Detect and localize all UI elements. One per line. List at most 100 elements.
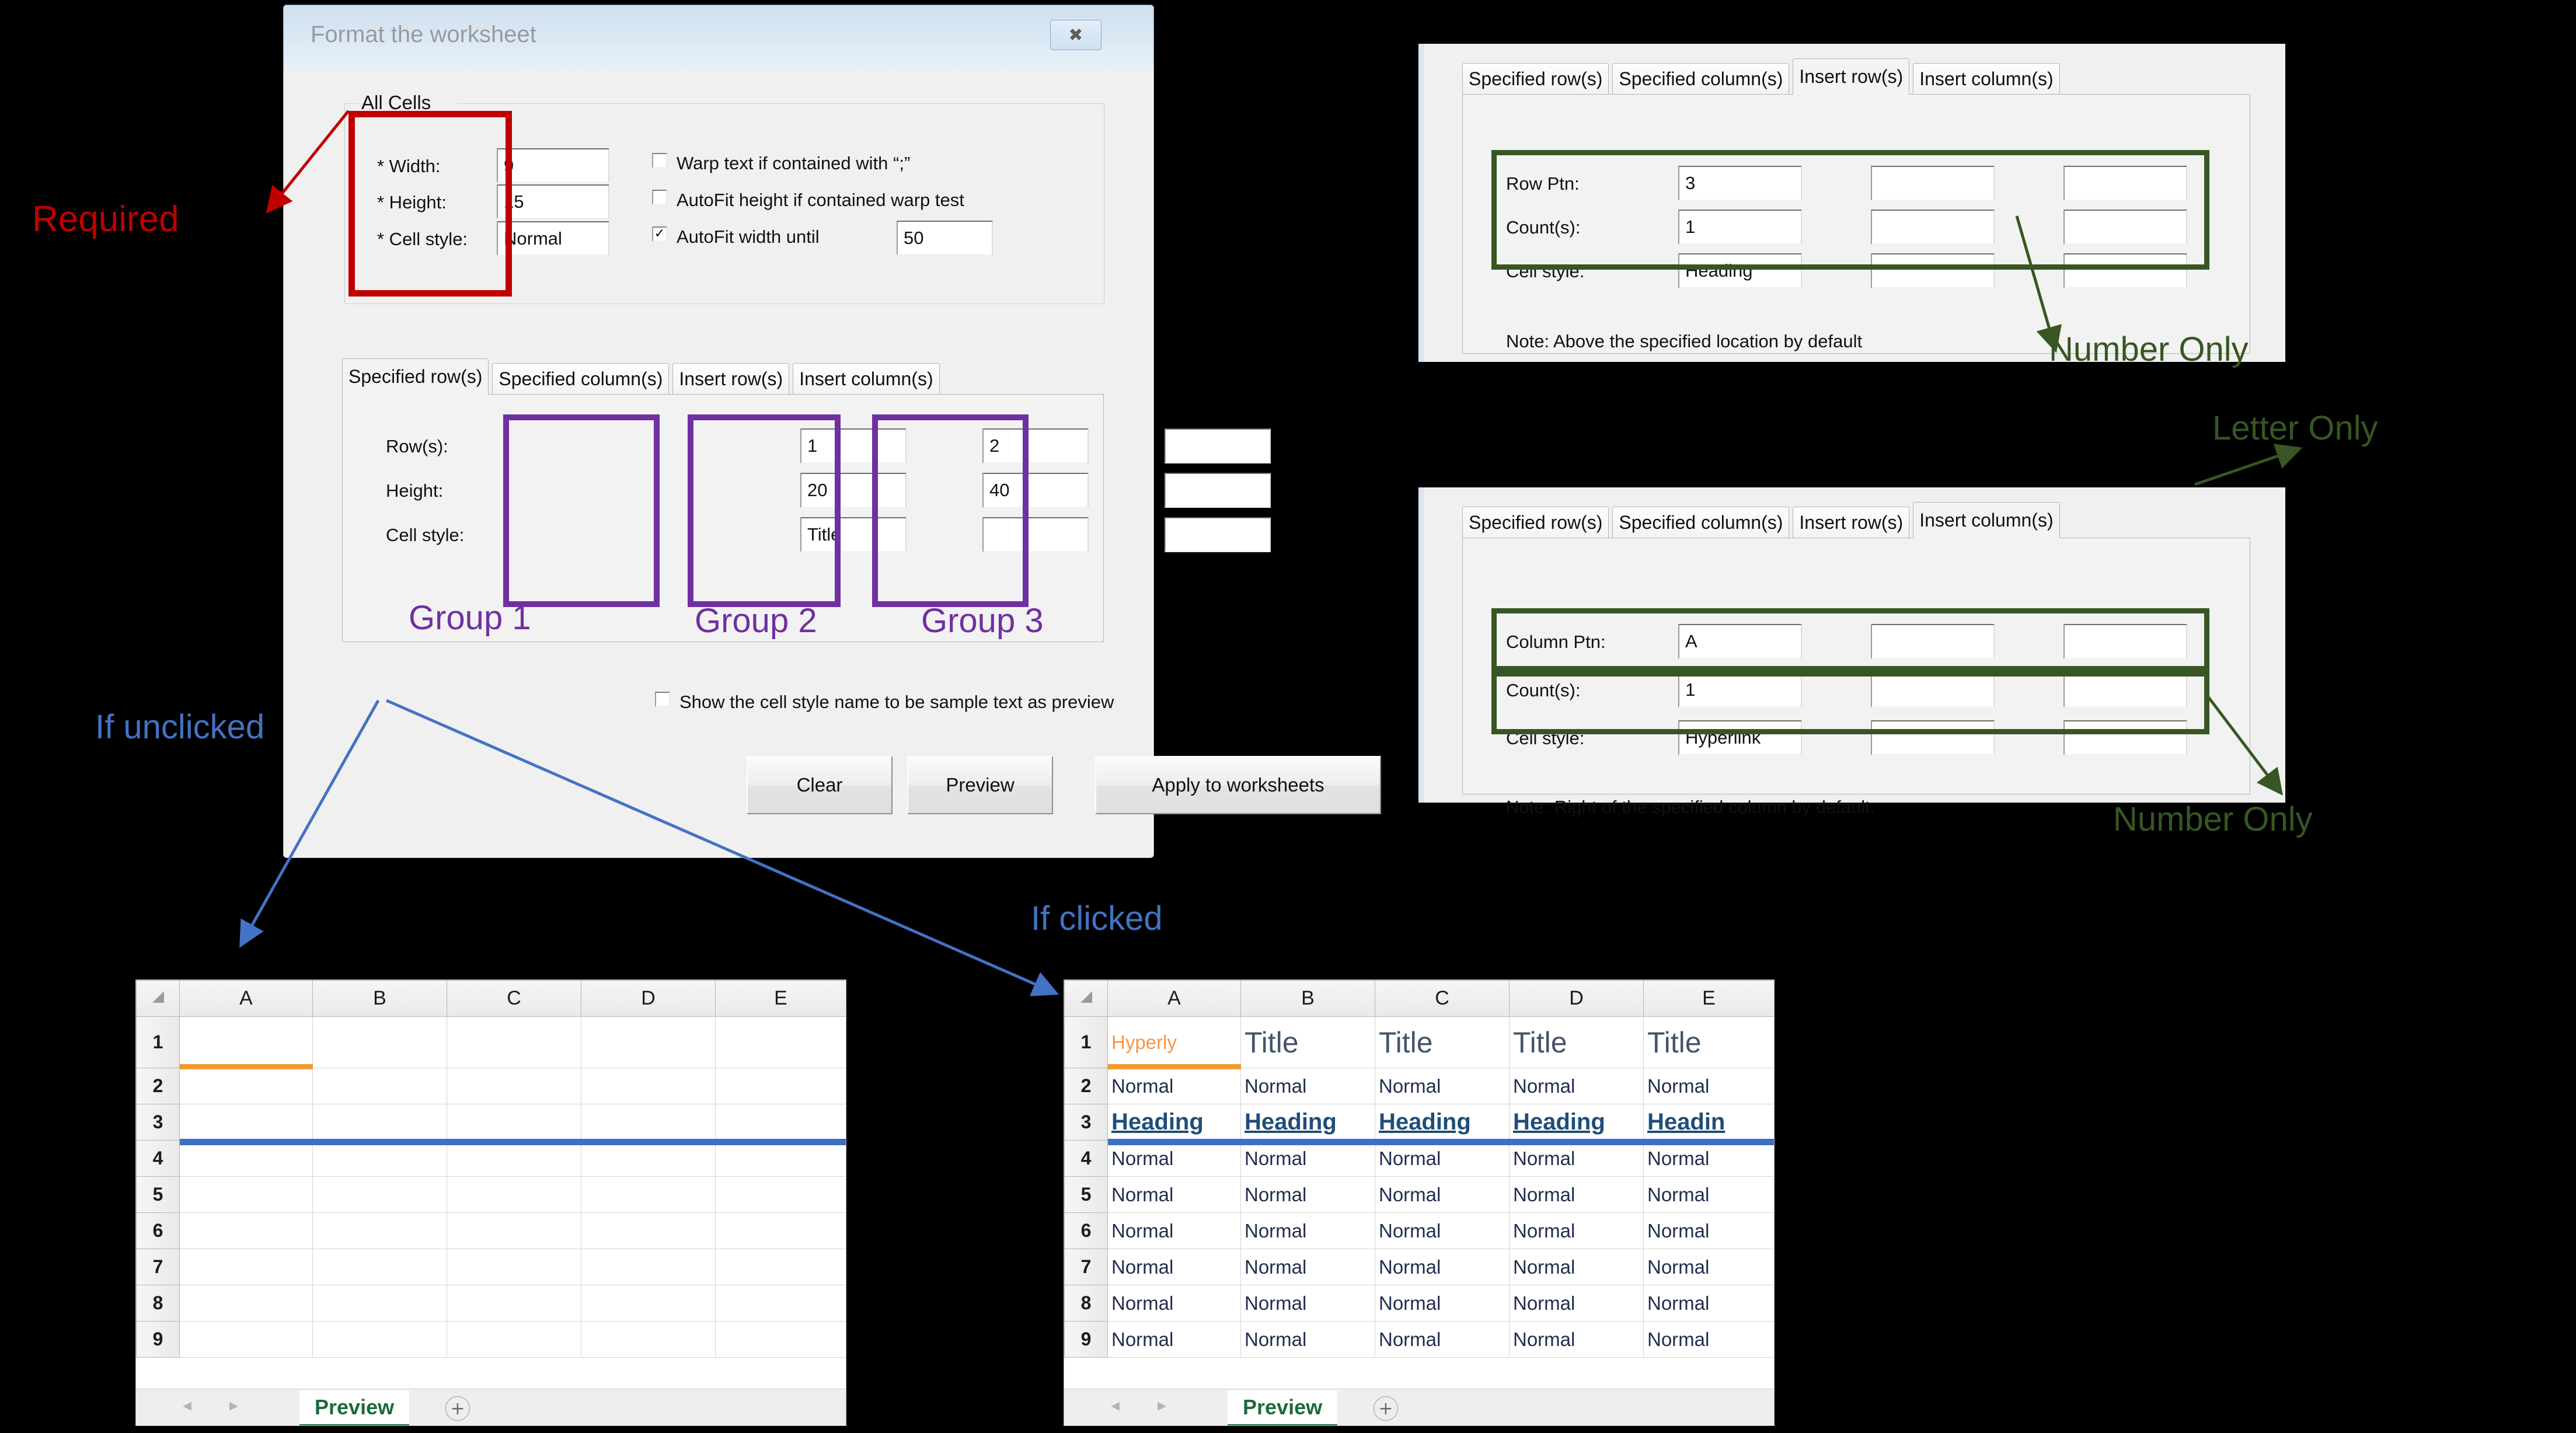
tab-insert-columns[interactable]: Insert column(s) bbox=[793, 363, 940, 395]
sheet-tab-preview-2[interactable]: Preview bbox=[1228, 1390, 1338, 1425]
cell-e8[interactable] bbox=[715, 1285, 846, 1322]
cell2-a9[interactable]: Normal bbox=[1107, 1321, 1241, 1358]
ir-tab-insert-rows[interactable]: Insert row(s) bbox=[1793, 58, 1910, 95]
cell-a1[interactable] bbox=[179, 1016, 313, 1068]
cell-c7[interactable] bbox=[447, 1249, 581, 1285]
show-cell-style-checkbox[interactable] bbox=[655, 692, 670, 707]
cell2-d9[interactable]: Normal bbox=[1509, 1321, 1644, 1358]
cell2-e5[interactable]: Normal bbox=[1643, 1176, 1774, 1213]
col2-header-d[interactable]: D bbox=[1509, 980, 1644, 1017]
col-header-c[interactable]: C bbox=[447, 980, 581, 1017]
col-header-b[interactable]: B bbox=[312, 980, 447, 1017]
cell2-b5[interactable]: Normal bbox=[1240, 1176, 1375, 1213]
cell-d7[interactable] bbox=[581, 1249, 716, 1285]
cell2-c1[interactable]: Title bbox=[1375, 1016, 1510, 1068]
cell-b2[interactable] bbox=[312, 1068, 447, 1104]
cell2-e7[interactable]: Normal bbox=[1643, 1249, 1774, 1285]
cell-c4[interactable] bbox=[447, 1140, 581, 1177]
cell-a7[interactable] bbox=[179, 1249, 313, 1285]
group3-row-input[interactable] bbox=[1165, 428, 1271, 463]
cell2-c7[interactable]: Normal bbox=[1375, 1249, 1510, 1285]
row-header-9[interactable]: 9 bbox=[136, 1321, 180, 1358]
cell2-d2[interactable]: Normal bbox=[1509, 1068, 1644, 1104]
cell-e3[interactable] bbox=[715, 1104, 846, 1141]
row-header-5[interactable]: 5 bbox=[136, 1176, 180, 1213]
cell-d3[interactable] bbox=[581, 1104, 716, 1141]
cell2-e6[interactable]: Normal bbox=[1643, 1212, 1774, 1249]
cell-a2[interactable] bbox=[179, 1068, 313, 1104]
row2-header-5[interactable]: 5 bbox=[1064, 1176, 1108, 1213]
cell2-d6[interactable]: Normal bbox=[1509, 1212, 1644, 1249]
cell-e2[interactable] bbox=[715, 1068, 846, 1104]
row-header-8[interactable]: 8 bbox=[136, 1285, 180, 1322]
cell2-e1[interactable]: Title bbox=[1643, 1016, 1774, 1068]
row2-header-9[interactable]: 9 bbox=[1064, 1321, 1108, 1358]
cell-e4[interactable] bbox=[715, 1140, 846, 1177]
cell2-b3[interactable]: Heading bbox=[1240, 1104, 1375, 1141]
tab-specified-columns[interactable]: Specified column(s) bbox=[492, 363, 670, 395]
width-input[interactable]: 9 bbox=[497, 148, 609, 183]
clear-button[interactable]: Clear bbox=[747, 756, 893, 814]
cell-a3[interactable] bbox=[179, 1104, 313, 1141]
cell2-b1[interactable]: Title bbox=[1240, 1016, 1375, 1068]
cell-e9[interactable] bbox=[715, 1321, 846, 1358]
row2-header-1[interactable]: 1 bbox=[1064, 1016, 1108, 1068]
nav-next-icon[interactable]: ▸ bbox=[1158, 1395, 1166, 1415]
tab-specified-rows[interactable]: Specified row(s) bbox=[342, 358, 489, 395]
cell-c1[interactable] bbox=[447, 1016, 581, 1068]
row2-header-6[interactable]: 6 bbox=[1064, 1212, 1108, 1249]
cell-a4[interactable] bbox=[179, 1140, 313, 1177]
cell-e7[interactable] bbox=[715, 1249, 846, 1285]
cell2-e2[interactable]: Normal bbox=[1643, 1068, 1774, 1104]
group3-height-input[interactable] bbox=[1165, 473, 1271, 508]
cell-c2[interactable] bbox=[447, 1068, 581, 1104]
cell-d5[interactable] bbox=[581, 1176, 716, 1213]
cell-e1[interactable] bbox=[715, 1016, 846, 1068]
nav-next-icon[interactable]: ▸ bbox=[229, 1395, 238, 1415]
cell2-b4[interactable]: Normal bbox=[1240, 1140, 1375, 1177]
row2-header-7[interactable]: 7 bbox=[1064, 1249, 1108, 1285]
cell-c5[interactable] bbox=[447, 1176, 581, 1213]
cell-a6[interactable] bbox=[179, 1212, 313, 1249]
row2-header-4[interactable]: 4 bbox=[1064, 1140, 1108, 1177]
row2-header-2[interactable]: 2 bbox=[1064, 1068, 1108, 1104]
cell2-a4[interactable]: Normal bbox=[1107, 1140, 1241, 1177]
select-all-corner[interactable] bbox=[136, 980, 180, 1017]
plus-circle-icon[interactable]: + bbox=[1374, 1396, 1398, 1421]
cell2-a8[interactable]: Normal bbox=[1107, 1285, 1241, 1322]
cell-b4[interactable] bbox=[312, 1140, 447, 1177]
col2-header-a[interactable]: A bbox=[1107, 980, 1241, 1017]
tab-insert-rows[interactable]: Insert row(s) bbox=[672, 363, 790, 395]
cell2-d3[interactable]: Heading bbox=[1509, 1104, 1644, 1141]
cell2-b6[interactable]: Normal bbox=[1240, 1212, 1375, 1249]
group3-style-input[interactable] bbox=[1165, 517, 1271, 552]
cell2-c2[interactable]: Normal bbox=[1375, 1068, 1510, 1104]
cell-d2[interactable] bbox=[581, 1068, 716, 1104]
cell2-a3[interactable]: Heading bbox=[1107, 1104, 1241, 1141]
col2-header-b[interactable]: B bbox=[1240, 980, 1375, 1017]
cell-e5[interactable] bbox=[715, 1176, 846, 1213]
ic-tab-insert-columns[interactable]: Insert column(s) bbox=[1913, 502, 2060, 538]
cell-a8[interactable] bbox=[179, 1285, 313, 1322]
row2-header-8[interactable]: 8 bbox=[1064, 1285, 1108, 1322]
cell2-a6[interactable]: Normal bbox=[1107, 1212, 1241, 1249]
plus-circle-icon[interactable]: + bbox=[445, 1396, 470, 1421]
cell-c9[interactable] bbox=[447, 1321, 581, 1358]
col-header-e[interactable]: E bbox=[715, 980, 846, 1017]
cell-d1[interactable] bbox=[581, 1016, 716, 1068]
col2-header-c[interactable]: C bbox=[1375, 980, 1510, 1017]
col-header-d[interactable]: D bbox=[581, 980, 716, 1017]
row-header-1[interactable]: 1 bbox=[136, 1016, 180, 1068]
cell2-d1[interactable]: Title bbox=[1509, 1016, 1644, 1068]
autofit-height-checkbox[interactable] bbox=[652, 190, 667, 205]
cell2-c5[interactable]: Normal bbox=[1375, 1176, 1510, 1213]
cell2-c6[interactable]: Normal bbox=[1375, 1212, 1510, 1249]
cell-b9[interactable] bbox=[312, 1321, 447, 1358]
cell-b8[interactable] bbox=[312, 1285, 447, 1322]
row-header-6[interactable]: 6 bbox=[136, 1212, 180, 1249]
preview-button[interactable]: Preview bbox=[907, 756, 1053, 814]
cell-d6[interactable] bbox=[581, 1212, 716, 1249]
cell-d9[interactable] bbox=[581, 1321, 716, 1358]
autofit-width-input[interactable]: 50 bbox=[897, 221, 993, 255]
autofit-width-checkbox[interactable]: ✓ bbox=[652, 226, 667, 242]
